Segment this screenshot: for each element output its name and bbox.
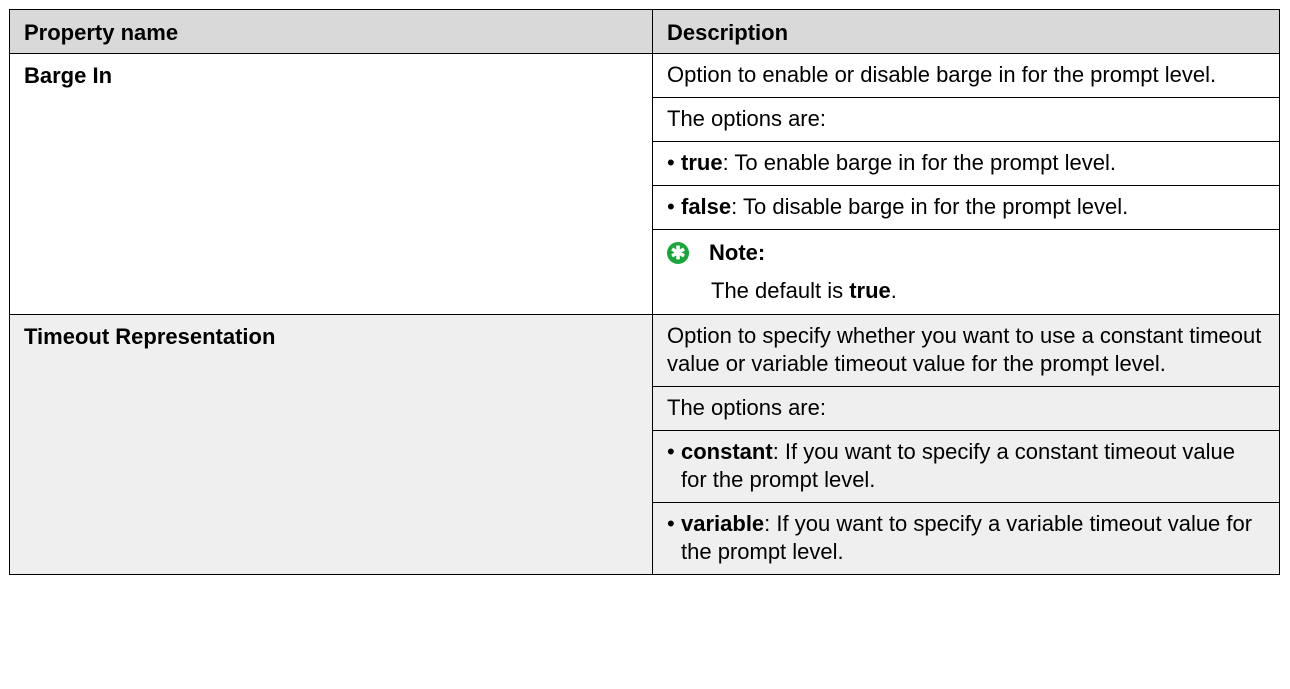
option-term: true <box>681 150 723 175</box>
option-term: false <box>681 194 732 219</box>
option-term: variable <box>681 511 765 536</box>
option-text: : If you want to specify a variable time… <box>681 511 1253 564</box>
property-table: Property name Description Barge In Optio… <box>9 9 1280 575</box>
note-text: The default is true. <box>653 273 1279 314</box>
description-cell: Option to specify whether you want to us… <box>652 314 1280 575</box>
bullet-icon: • <box>667 439 675 464</box>
option-term: constant <box>681 439 773 464</box>
description-intro: Option to enable or disable barge in for… <box>653 54 1279 98</box>
option-item: • true: To enable barge in for the promp… <box>653 142 1279 186</box>
note-star-icon: ✱ <box>667 242 689 264</box>
header-description: Description <box>652 9 1280 54</box>
note-default-value: true <box>849 278 891 303</box>
option-item: • constant: If you want to specify a con… <box>653 431 1279 503</box>
property-name-cell: Barge In <box>9 53 653 315</box>
bullet-icon: • <box>667 150 675 175</box>
table-row: Barge In Option to enable or disable bar… <box>9 53 1280 315</box>
option-item: • variable: If you want to specify a var… <box>653 503 1279 574</box>
bullet-icon: • <box>667 511 675 536</box>
bullet-icon: • <box>667 194 675 219</box>
options-label: The options are: <box>653 387 1279 431</box>
option-item: • false: To disable barge in for the pro… <box>653 186 1279 230</box>
option-text: : To disable barge in for the prompt lev… <box>731 194 1129 219</box>
property-name-cell: Timeout Representation <box>9 314 653 575</box>
table-header-row: Property name Description <box>9 9 1280 54</box>
table-row: Timeout Representation Option to specify… <box>9 314 1280 575</box>
note-label: Note: <box>709 240 766 265</box>
header-property-name: Property name <box>9 9 653 54</box>
note-text-prefix: The default is <box>711 278 850 303</box>
note-text-suffix: . <box>890 278 897 303</box>
note-block: ✱ Note: The default is true. <box>653 230 1279 314</box>
description-cell: Option to enable or disable barge in for… <box>652 53 1280 315</box>
note-heading: ✱ Note: <box>653 230 1279 273</box>
description-intro: Option to specify whether you want to us… <box>653 315 1279 387</box>
option-text: : To enable barge in for the prompt leve… <box>722 150 1116 175</box>
options-label: The options are: <box>653 98 1279 142</box>
